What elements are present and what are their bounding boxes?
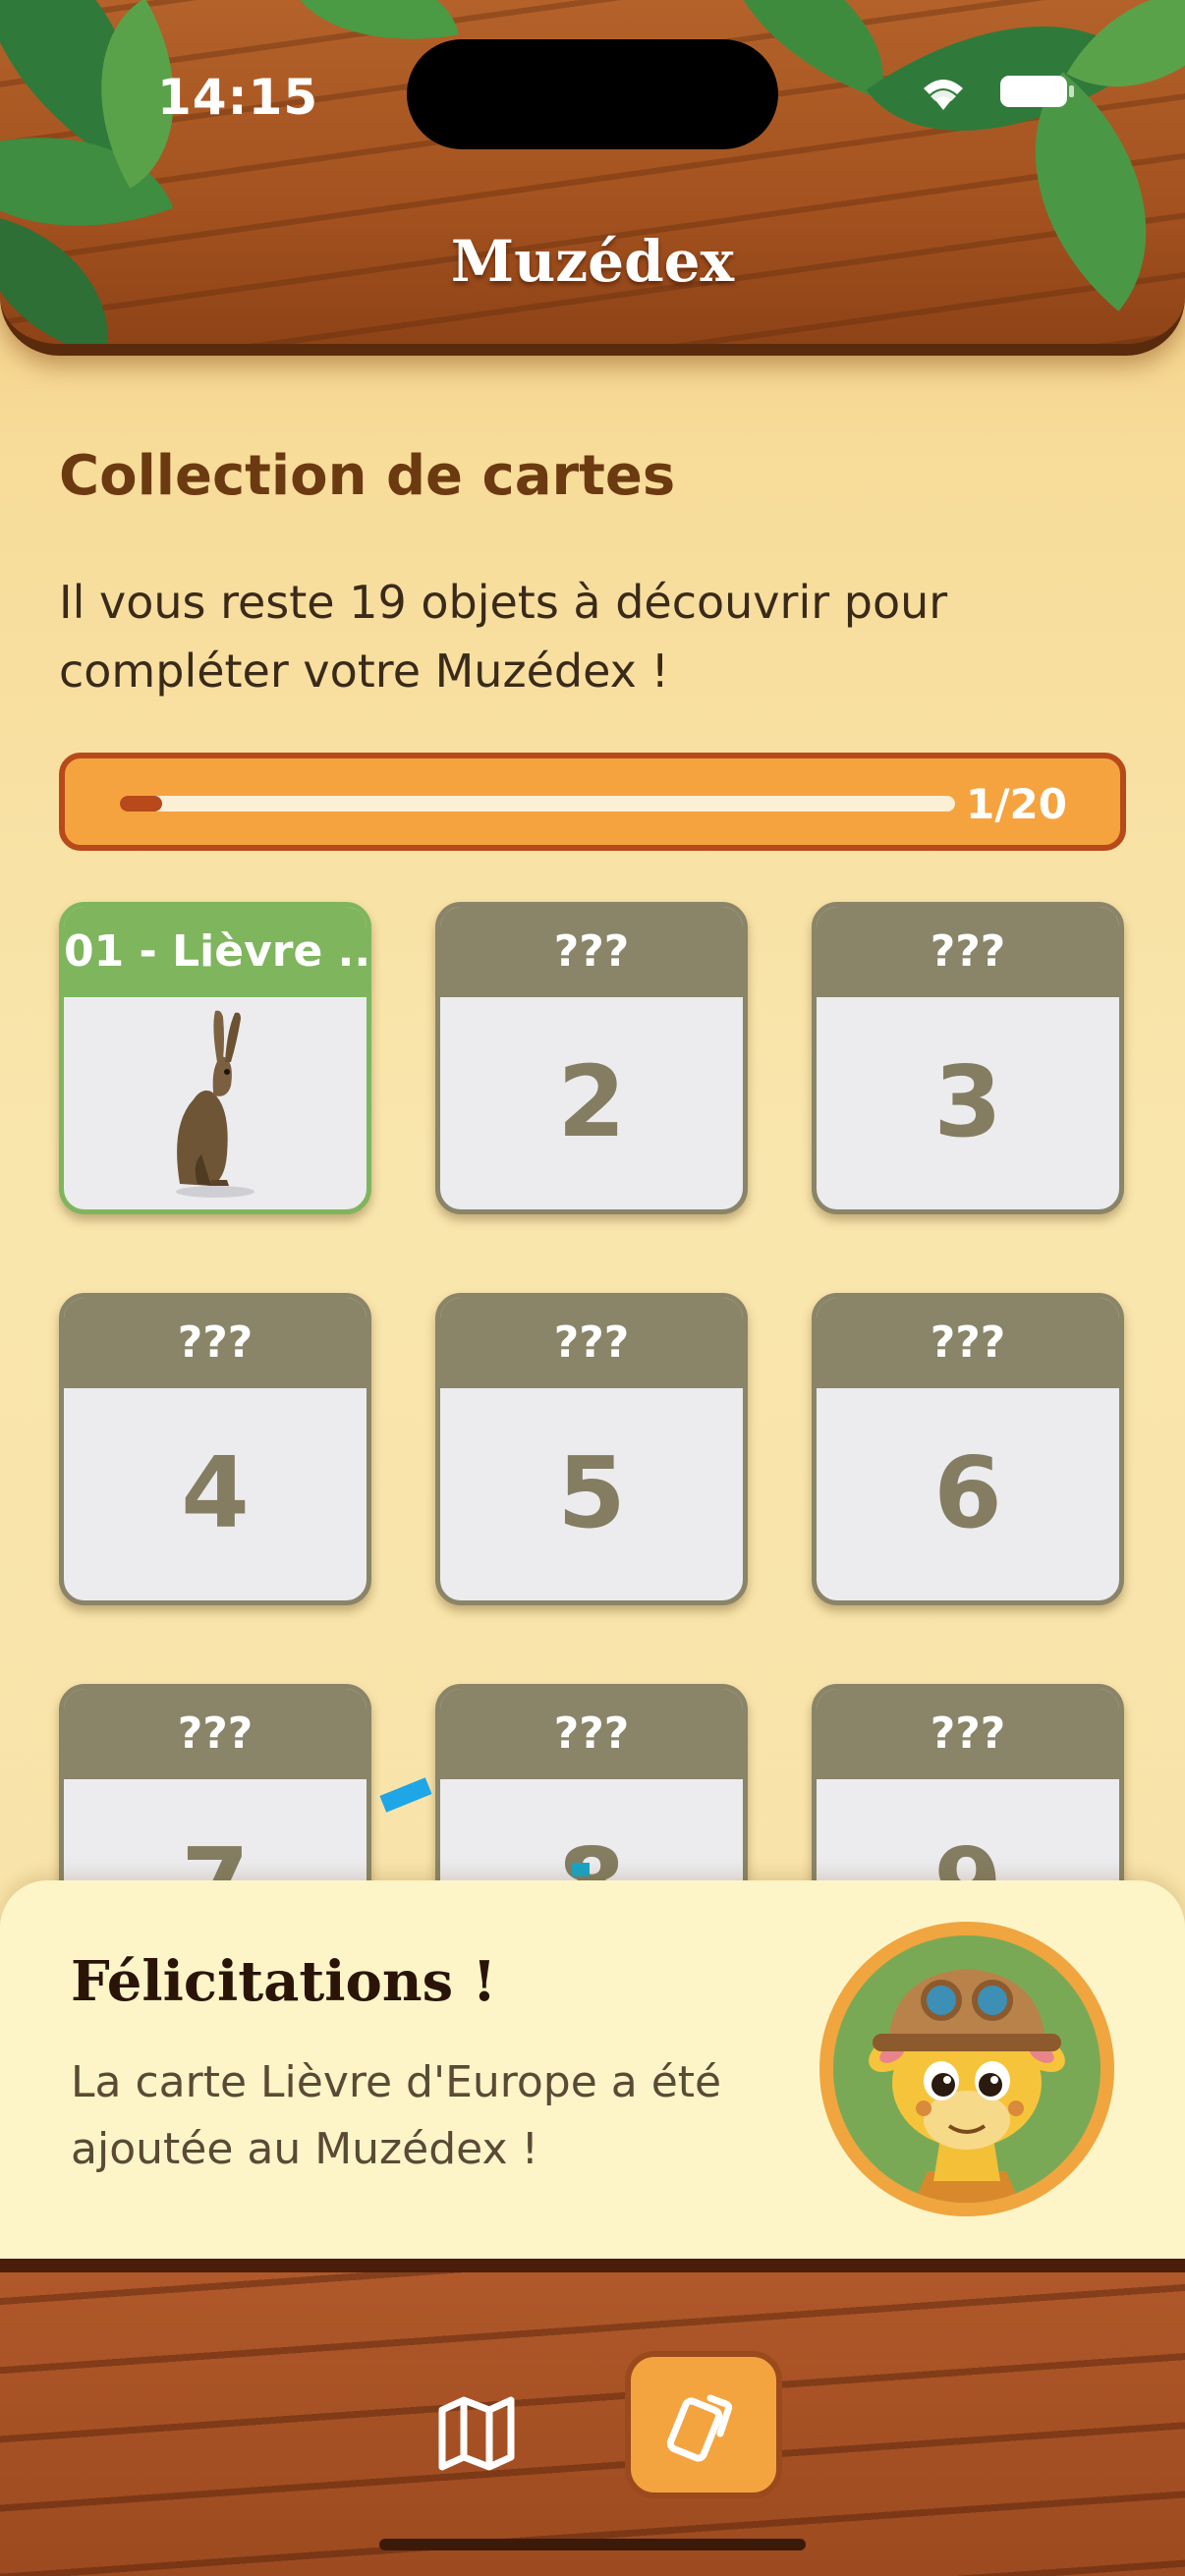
card-1[interactable]: 01 - Lièvre ... [59,902,371,1214]
battery-icon [1000,76,1074,107]
success-toast[interactable]: Félicitations ! La carte Lièvre d'Europe… [0,1880,1185,2259]
collection-description: Il vous reste 19 objets à découvrir pour… [59,576,948,698]
card-2[interactable]: ??? 2 [435,902,748,1214]
card-number: 5 [557,1435,626,1550]
app-title: Muzédex [450,228,735,295]
progress-label: 1/20 [965,780,1067,828]
section-title: Collection de cartes [59,444,676,508]
card-title: ??? [64,1298,367,1388]
card-title: ??? [817,1689,1119,1779]
card-6[interactable]: ??? 6 [812,1293,1124,1605]
card-number: 6 [933,1435,1002,1550]
giraffe-avatar [819,1922,1114,2216]
confetti-piece [572,1863,590,1876]
confetti-piece [379,1777,432,1813]
card-title: ??? [440,1298,743,1388]
card-number: 2 [557,1044,626,1159]
card-3[interactable]: ??? 3 [812,902,1124,1214]
toast-message: La carte Lièvre d'Europe a été ajoutée a… [71,2057,722,2174]
bottom-navigation [0,2259,1185,2576]
map-icon [438,2396,515,2471]
card-title: 01 - Lièvre ... [64,907,367,997]
app-header: 14:15 Muzédex [0,0,1185,356]
dynamic-island [407,39,778,149]
hare-icon [176,1010,254,1198]
card-5[interactable]: ??? 5 [435,1293,748,1605]
cards-icon [666,2394,733,2462]
card-4[interactable]: ??? 4 [59,1293,371,1605]
nav-map-button[interactable] [432,2388,521,2477]
home-indicator[interactable] [379,2539,806,2550]
nav-cards-button[interactable] [625,2351,782,2498]
toast-title: Félicitations ! [71,1949,497,2014]
status-time: 14:15 [157,69,319,126]
card-title: ??? [440,907,743,997]
card-title: ??? [440,1689,743,1779]
card-title: ??? [817,907,1119,997]
wifi-icon [924,80,963,110]
card-title: ??? [817,1298,1119,1388]
giraffe-icon [869,1969,1065,2203]
progress-track [120,796,955,812]
collection-progress-bar: 1/20 [59,753,1126,851]
card-number: 4 [181,1435,250,1550]
card-title: ??? [64,1689,367,1779]
card-number: 3 [933,1044,1002,1159]
hare-image [64,997,367,1207]
status-icons [916,71,1077,112]
progress-fill [120,796,162,812]
